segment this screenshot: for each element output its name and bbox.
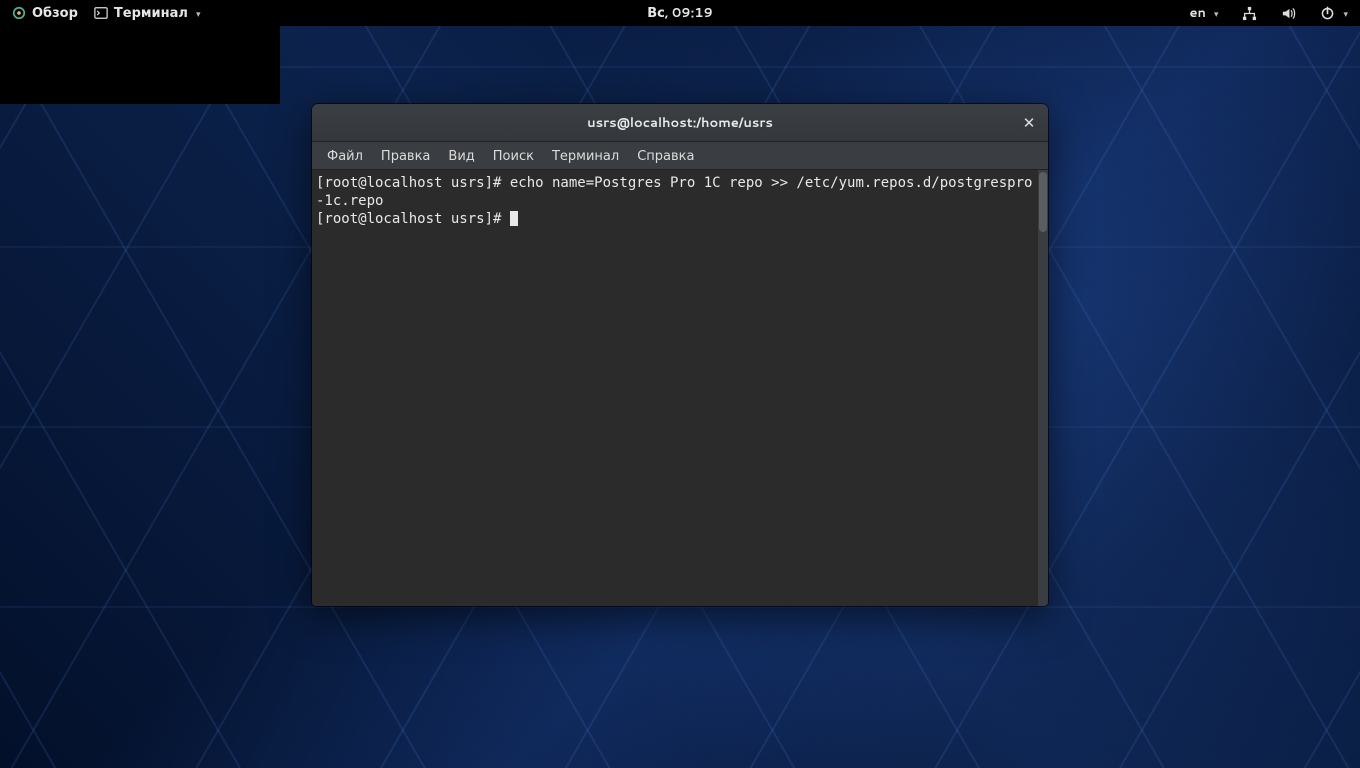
- terminal-scrollbar[interactable]: [1038, 170, 1048, 606]
- menu-file[interactable]: Файл: [318, 143, 372, 169]
- clock-label: Вс, 09:19: [647, 4, 713, 22]
- terminal-cursor: [510, 211, 518, 226]
- chevron-down-icon: ▾: [1343, 7, 1348, 20]
- terminal-prompt: [root@localhost usrs]#: [316, 211, 510, 227]
- window-close-button[interactable]: ✕: [1018, 112, 1040, 134]
- chevron-down-icon: ▾: [1214, 7, 1219, 20]
- power-icon: [1320, 6, 1335, 21]
- menu-search[interactable]: Поиск: [484, 143, 543, 169]
- menu-help[interactable]: Справка: [628, 143, 703, 169]
- volume-icon[interactable]: [1275, 0, 1302, 26]
- keyboard-layout-button[interactable]: en ▾: [1183, 0, 1224, 26]
- activities-label: Обзор: [32, 4, 78, 22]
- scrollbar-thumb[interactable]: [1039, 172, 1047, 232]
- activities-button[interactable]: Обзор: [6, 0, 84, 26]
- terminal-line-1: [root@localhost usrs]# echo name=Postgre…: [316, 175, 1032, 209]
- top-left-black-region: [0, 26, 280, 104]
- window-menubar: Файл Правка Вид Поиск Терминал Справка: [312, 142, 1048, 170]
- app-menu-button[interactable]: Терминал ▾: [88, 0, 207, 26]
- terminal-output[interactable]: [root@localhost usrs]# echo name=Postgre…: [312, 170, 1038, 606]
- gnome-top-bar: Обзор Терминал ▾ Вс, 09:19 en ▾: [0, 0, 1360, 26]
- window-titlebar[interactable]: usrs@localhost:/home/usrs ✕: [312, 104, 1048, 142]
- top-bar-right: en ▾ ▾: [1183, 0, 1354, 26]
- close-icon: ✕: [1023, 115, 1036, 130]
- terminal-app-icon: [94, 6, 108, 20]
- activities-icon: [12, 6, 26, 20]
- app-menu-label: Терминал: [114, 4, 188, 22]
- network-icon[interactable]: [1236, 0, 1263, 26]
- clock-button[interactable]: Вс, 09:19: [641, 0, 719, 26]
- system-menu-button[interactable]: ▾: [1314, 0, 1354, 26]
- menu-view[interactable]: Вид: [439, 143, 483, 169]
- window-title: usrs@localhost:/home/usrs: [587, 114, 773, 132]
- terminal-window: usrs@localhost:/home/usrs ✕ Файл Правка …: [312, 104, 1048, 606]
- chevron-down-icon: ▾: [196, 7, 201, 20]
- menu-edit[interactable]: Правка: [372, 143, 439, 169]
- menu-terminal[interactable]: Терминал: [543, 143, 628, 169]
- terminal-body-wrap: [root@localhost usrs]# echo name=Postgre…: [312, 170, 1048, 606]
- top-bar-left: Обзор Терминал ▾: [6, 0, 206, 26]
- keyboard-layout-label: en: [1189, 4, 1205, 22]
